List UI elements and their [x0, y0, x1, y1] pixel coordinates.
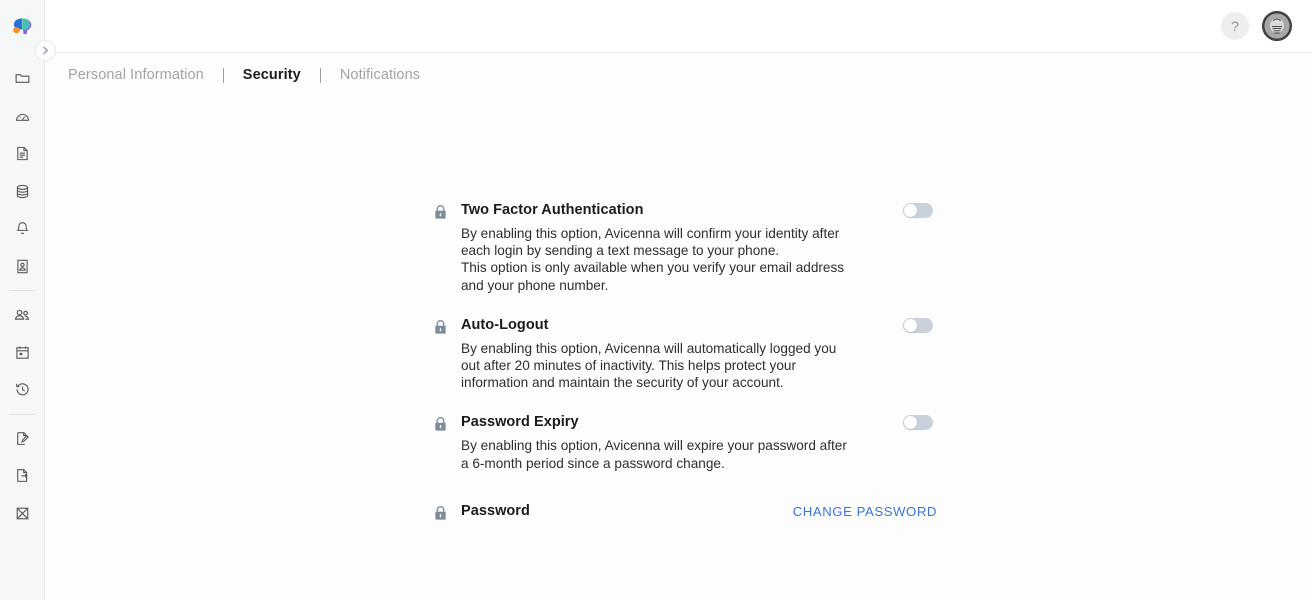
- sidebar: [0, 0, 45, 600]
- user-avatar[interactable]: [1262, 11, 1292, 41]
- help-button[interactable]: ?: [1221, 12, 1249, 40]
- avatar-image: [1263, 12, 1291, 40]
- sidebar-item-data[interactable]: [0, 173, 45, 211]
- toggle-knob: [904, 318, 917, 332]
- tab-separator: [319, 67, 321, 83]
- sidebar-divider: [8, 290, 36, 291]
- lock-icon: [433, 204, 449, 220]
- sidebar-item-documents[interactable]: [0, 135, 45, 173]
- setting-body: Auto-Logout By enabling this option, Avi…: [461, 316, 893, 392]
- sidebar-item-projects[interactable]: [0, 60, 45, 98]
- chevron-right-icon: [43, 46, 49, 55]
- setting-row-password-expiry: Password Expiry By enabling this option,…: [433, 413, 933, 471]
- sidebar-nav: [0, 54, 44, 532]
- sidebar-item-users[interactable]: [0, 296, 45, 334]
- setting-body: Password Expiry By enabling this option,…: [461, 413, 893, 471]
- dashboard-gauge-icon: [15, 113, 29, 121]
- setting-row-password: Password CHANGE PASSWORD: [433, 502, 936, 521]
- toggle-auto-logout[interactable]: [903, 317, 933, 333]
- setting-description: By enabling this option, Avicenna will c…: [461, 226, 845, 293]
- sidebar-item-dashboard[interactable]: [0, 98, 45, 136]
- lock-icon: [433, 505, 449, 521]
- setting-description: By enabling this option, Avicenna will e…: [461, 438, 847, 471]
- lock-glyph: [435, 319, 446, 334]
- toggle-password-expiry[interactable]: [903, 415, 933, 431]
- main-area: ? Personal Information Security Notifica…: [45, 0, 1312, 600]
- lock-glyph: [435, 505, 446, 520]
- setting-description: By enabling this option, Avicenna will a…: [461, 340, 837, 391]
- toggle-knob: [904, 204, 917, 217]
- lock-glyph: [435, 205, 446, 219]
- sidebar-item-profile-card[interactable]: [0, 248, 45, 286]
- app-root: ? Personal Information Security Notifica…: [0, 0, 1312, 600]
- setting-row-auto-logout: Auto-Logout By enabling this option, Avi…: [433, 316, 933, 392]
- lock-icon: [433, 319, 449, 335]
- lock-glyph: [435, 417, 446, 431]
- document-icon: [16, 147, 28, 161]
- sidebar-item-notifications[interactable]: [0, 210, 45, 248]
- tab-security[interactable]: Security: [241, 67, 303, 83]
- avicenna-brain-logo: [13, 18, 32, 35]
- users-icon: [14, 309, 30, 320]
- sidebar-expand-button[interactable]: [35, 40, 56, 61]
- toggle-knob: [904, 416, 917, 430]
- chart-crossed-icon: [16, 507, 28, 520]
- sidebar-divider: [8, 413, 36, 415]
- sidebar-item-calendar[interactable]: [0, 334, 45, 372]
- sidebar-item-edit-form[interactable]: [0, 420, 45, 458]
- document-export-icon: [16, 469, 28, 483]
- setting-body: Two Factor Authentication By enabling th…: [461, 201, 893, 294]
- settings-content: Two Factor Authentication By enabling th…: [45, 97, 1312, 600]
- setting-title: Auto-Logout: [461, 316, 549, 333]
- lock-icon: [433, 416, 449, 432]
- database-icon: [16, 184, 28, 198]
- change-password-button[interactable]: CHANGE PASSWORD: [793, 504, 937, 519]
- sidebar-item-export[interactable]: [0, 457, 45, 495]
- setting-row-two-factor-authentication: Two Factor Authentication By enabling th…: [433, 201, 933, 294]
- id-card-icon: [16, 259, 28, 274]
- calendar-icon: [15, 346, 29, 359]
- history-clock-icon: [15, 383, 29, 396]
- settings-tabs: Personal Information Security Notificati…: [45, 53, 1312, 97]
- tab-personal-information[interactable]: Personal Information: [66, 67, 206, 83]
- document-edit-icon: [16, 431, 29, 445]
- topbar: ?: [45, 0, 1312, 53]
- security-settings-list: Two Factor Authentication By enabling th…: [433, 201, 936, 521]
- tab-separator: [222, 67, 224, 83]
- toggle-two-factor-authentication[interactable]: [903, 203, 933, 218]
- setting-title: Password Expiry: [461, 414, 579, 431]
- folder-icon: [15, 74, 29, 84]
- sidebar-item-history[interactable]: [0, 371, 45, 409]
- setting-title: Two Factor Authentication: [461, 202, 644, 218]
- sidebar-item-analysis[interactable]: [0, 495, 45, 533]
- bell-icon: [15, 222, 29, 235]
- tab-notifications[interactable]: Notifications: [338, 67, 422, 83]
